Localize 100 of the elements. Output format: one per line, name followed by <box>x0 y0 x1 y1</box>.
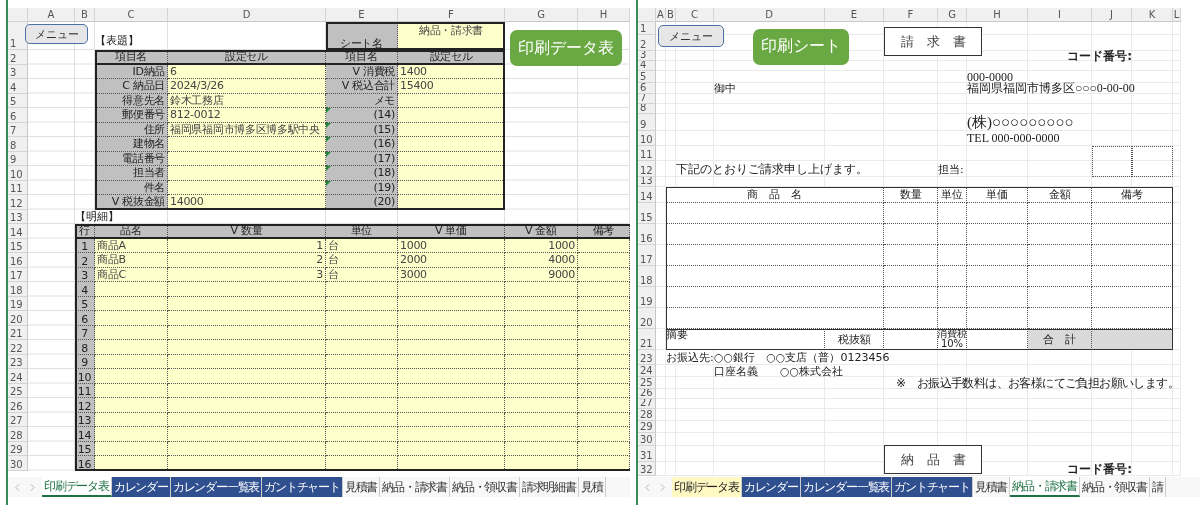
row-header[interactable]: 24 <box>638 365 656 377</box>
row-header[interactable]: 28 <box>638 409 656 421</box>
row-header[interactable]: 10 <box>638 131 656 146</box>
row-header[interactable]: 16 <box>638 224 656 245</box>
row-header[interactable]: 5 <box>638 71 656 83</box>
row-header[interactable]: 31 <box>638 446 656 462</box>
row-header[interactable]: 18 <box>8 282 28 297</box>
column-header[interactable]: E <box>326 8 398 22</box>
row-header[interactable]: 4 <box>8 79 28 94</box>
table-cell <box>1028 224 1092 245</box>
row-header[interactable]: 6 <box>8 108 28 123</box>
row-header[interactable]: 12 <box>8 195 28 210</box>
row-header[interactable]: 18 <box>638 266 656 287</box>
sheet-tab[interactable]: 見積書 <box>972 477 1011 497</box>
select-all-corner[interactable] <box>8 8 28 22</box>
row-header[interactable]: 3 <box>638 51 656 61</box>
table-cell: (18) <box>326 166 398 181</box>
row-header[interactable]: 1 <box>638 22 656 35</box>
row-header[interactable]: 26 <box>8 398 28 413</box>
sheet-tab[interactable]: 納品・領収書 <box>1080 477 1150 497</box>
row-header[interactable]: 16 <box>8 253 28 268</box>
sheet-tab[interactable]: カレンダー一覧表 <box>170 477 263 497</box>
row-header[interactable]: 21 <box>638 329 656 350</box>
row-header[interactable]: 8 <box>8 137 28 152</box>
row-header[interactable]: 23 <box>638 350 656 365</box>
sheet-tab[interactable]: 印刷データ表 <box>42 477 112 497</box>
sheet-tab[interactable]: カレンダー <box>741 477 801 497</box>
column-header[interactable]: K <box>1132 8 1173 22</box>
row-number: 6 <box>75 311 95 326</box>
sheet-tab[interactable]: 納品・請求書 <box>380 477 451 497</box>
greeting-text: 下記のとおりご請求申し上げます。 <box>676 161 869 177</box>
sheet-tab[interactable]: カレンダー一覧表 <box>800 477 893 497</box>
column-header[interactable]: B <box>75 8 95 22</box>
row-header[interactable]: 30 <box>8 456 28 471</box>
row-header[interactable]: 11 <box>638 146 656 161</box>
row-header[interactable]: 9 <box>638 114 656 131</box>
scroll-left-icon[interactable] <box>645 483 650 491</box>
table-cell: (14) <box>326 108 398 123</box>
row-header[interactable]: 1 <box>8 22 28 50</box>
table-cell <box>326 398 398 413</box>
column-header[interactable]: A <box>28 8 75 22</box>
sheet-tab[interactable]: カレンダー <box>111 477 171 497</box>
menu-button[interactable]: メニュー <box>658 25 724 47</box>
column-header[interactable]: D <box>714 8 825 22</box>
row-header[interactable]: 15 <box>638 203 656 224</box>
table-cell <box>1028 245 1092 266</box>
table-cell <box>938 224 967 245</box>
row-header[interactable]: 10 <box>8 166 28 181</box>
sheet-tab[interactable]: ガントチャート <box>892 477 973 497</box>
scroll-right-icon[interactable] <box>660 483 665 491</box>
row-header[interactable]: 14 <box>638 187 656 203</box>
column-header[interactable]: F <box>398 8 505 22</box>
row-header[interactable]: 12 <box>638 161 656 177</box>
sheet-tab[interactable]: 見積書 <box>342 477 381 497</box>
row-header[interactable]: 14 <box>8 224 28 239</box>
column-header[interactable]: L <box>1173 8 1181 22</box>
row-header[interactable]: 32 <box>638 462 656 476</box>
sheet-tab[interactable]: 納品・請求書 <box>1010 477 1081 497</box>
row-header[interactable]: 4 <box>638 61 656 71</box>
sheet-tab[interactable]: ガントチャート <box>262 477 343 497</box>
row-header[interactable]: 26 <box>638 389 656 399</box>
table-cell <box>938 266 967 287</box>
column-header[interactable]: C <box>95 8 168 22</box>
row-header[interactable]: 2 <box>8 50 28 65</box>
column-header[interactable]: G <box>938 8 967 22</box>
row-header[interactable]: 24 <box>8 369 28 384</box>
row-header[interactable]: 7 <box>638 94 656 104</box>
sheet-tab[interactable]: 見積 <box>578 477 606 497</box>
address: 福岡県福岡市博多区○○○0-00-00 <box>967 83 1136 94</box>
scroll-left-icon[interactable] <box>15 483 20 491</box>
column-header[interactable]: G <box>505 8 578 22</box>
menu-button[interactable]: メニュー <box>25 24 88 44</box>
sheet-tab[interactable]: 請求明細書 <box>519 477 579 497</box>
row-header[interactable]: 25 <box>638 377 656 389</box>
company-name: (株)○○○○○○○○○ <box>967 114 1075 131</box>
table-cell <box>967 224 1028 245</box>
column-header[interactable]: H <box>578 8 630 22</box>
row-header[interactable]: 6 <box>638 83 656 94</box>
row-header[interactable]: 22 <box>8 340 28 355</box>
row-header[interactable]: 30 <box>638 433 656 446</box>
column-header[interactable]: J <box>1092 8 1132 22</box>
row-header[interactable]: 28 <box>8 427 28 442</box>
select-all-corner[interactable] <box>638 8 656 22</box>
table-cell: 2024/3/26 <box>168 79 326 94</box>
column-header[interactable]: H <box>967 8 1028 22</box>
sheet-tab[interactable]: 印刷データ表 <box>672 477 742 497</box>
row-header[interactable]: 29 <box>638 421 656 433</box>
column-header[interactable]: F <box>884 8 938 22</box>
row-header[interactable]: 19 <box>638 287 656 308</box>
row-header[interactable]: 20 <box>638 308 656 329</box>
bank-account: ○○銀行 ○○支店（普）0123456 <box>714 350 891 365</box>
column-header[interactable]: C <box>676 8 714 22</box>
sheet-tab[interactable]: 納品・領収書 <box>450 477 520 497</box>
scroll-right-icon[interactable] <box>30 483 35 491</box>
column-header[interactable]: I <box>1028 8 1092 22</box>
row-header[interactable]: 20 <box>8 311 28 326</box>
column-header[interactable]: D <box>168 8 326 22</box>
column-header[interactable]: E <box>825 8 884 22</box>
row-header[interactable]: 2 <box>638 35 656 51</box>
row-header[interactable]: 17 <box>638 245 656 266</box>
